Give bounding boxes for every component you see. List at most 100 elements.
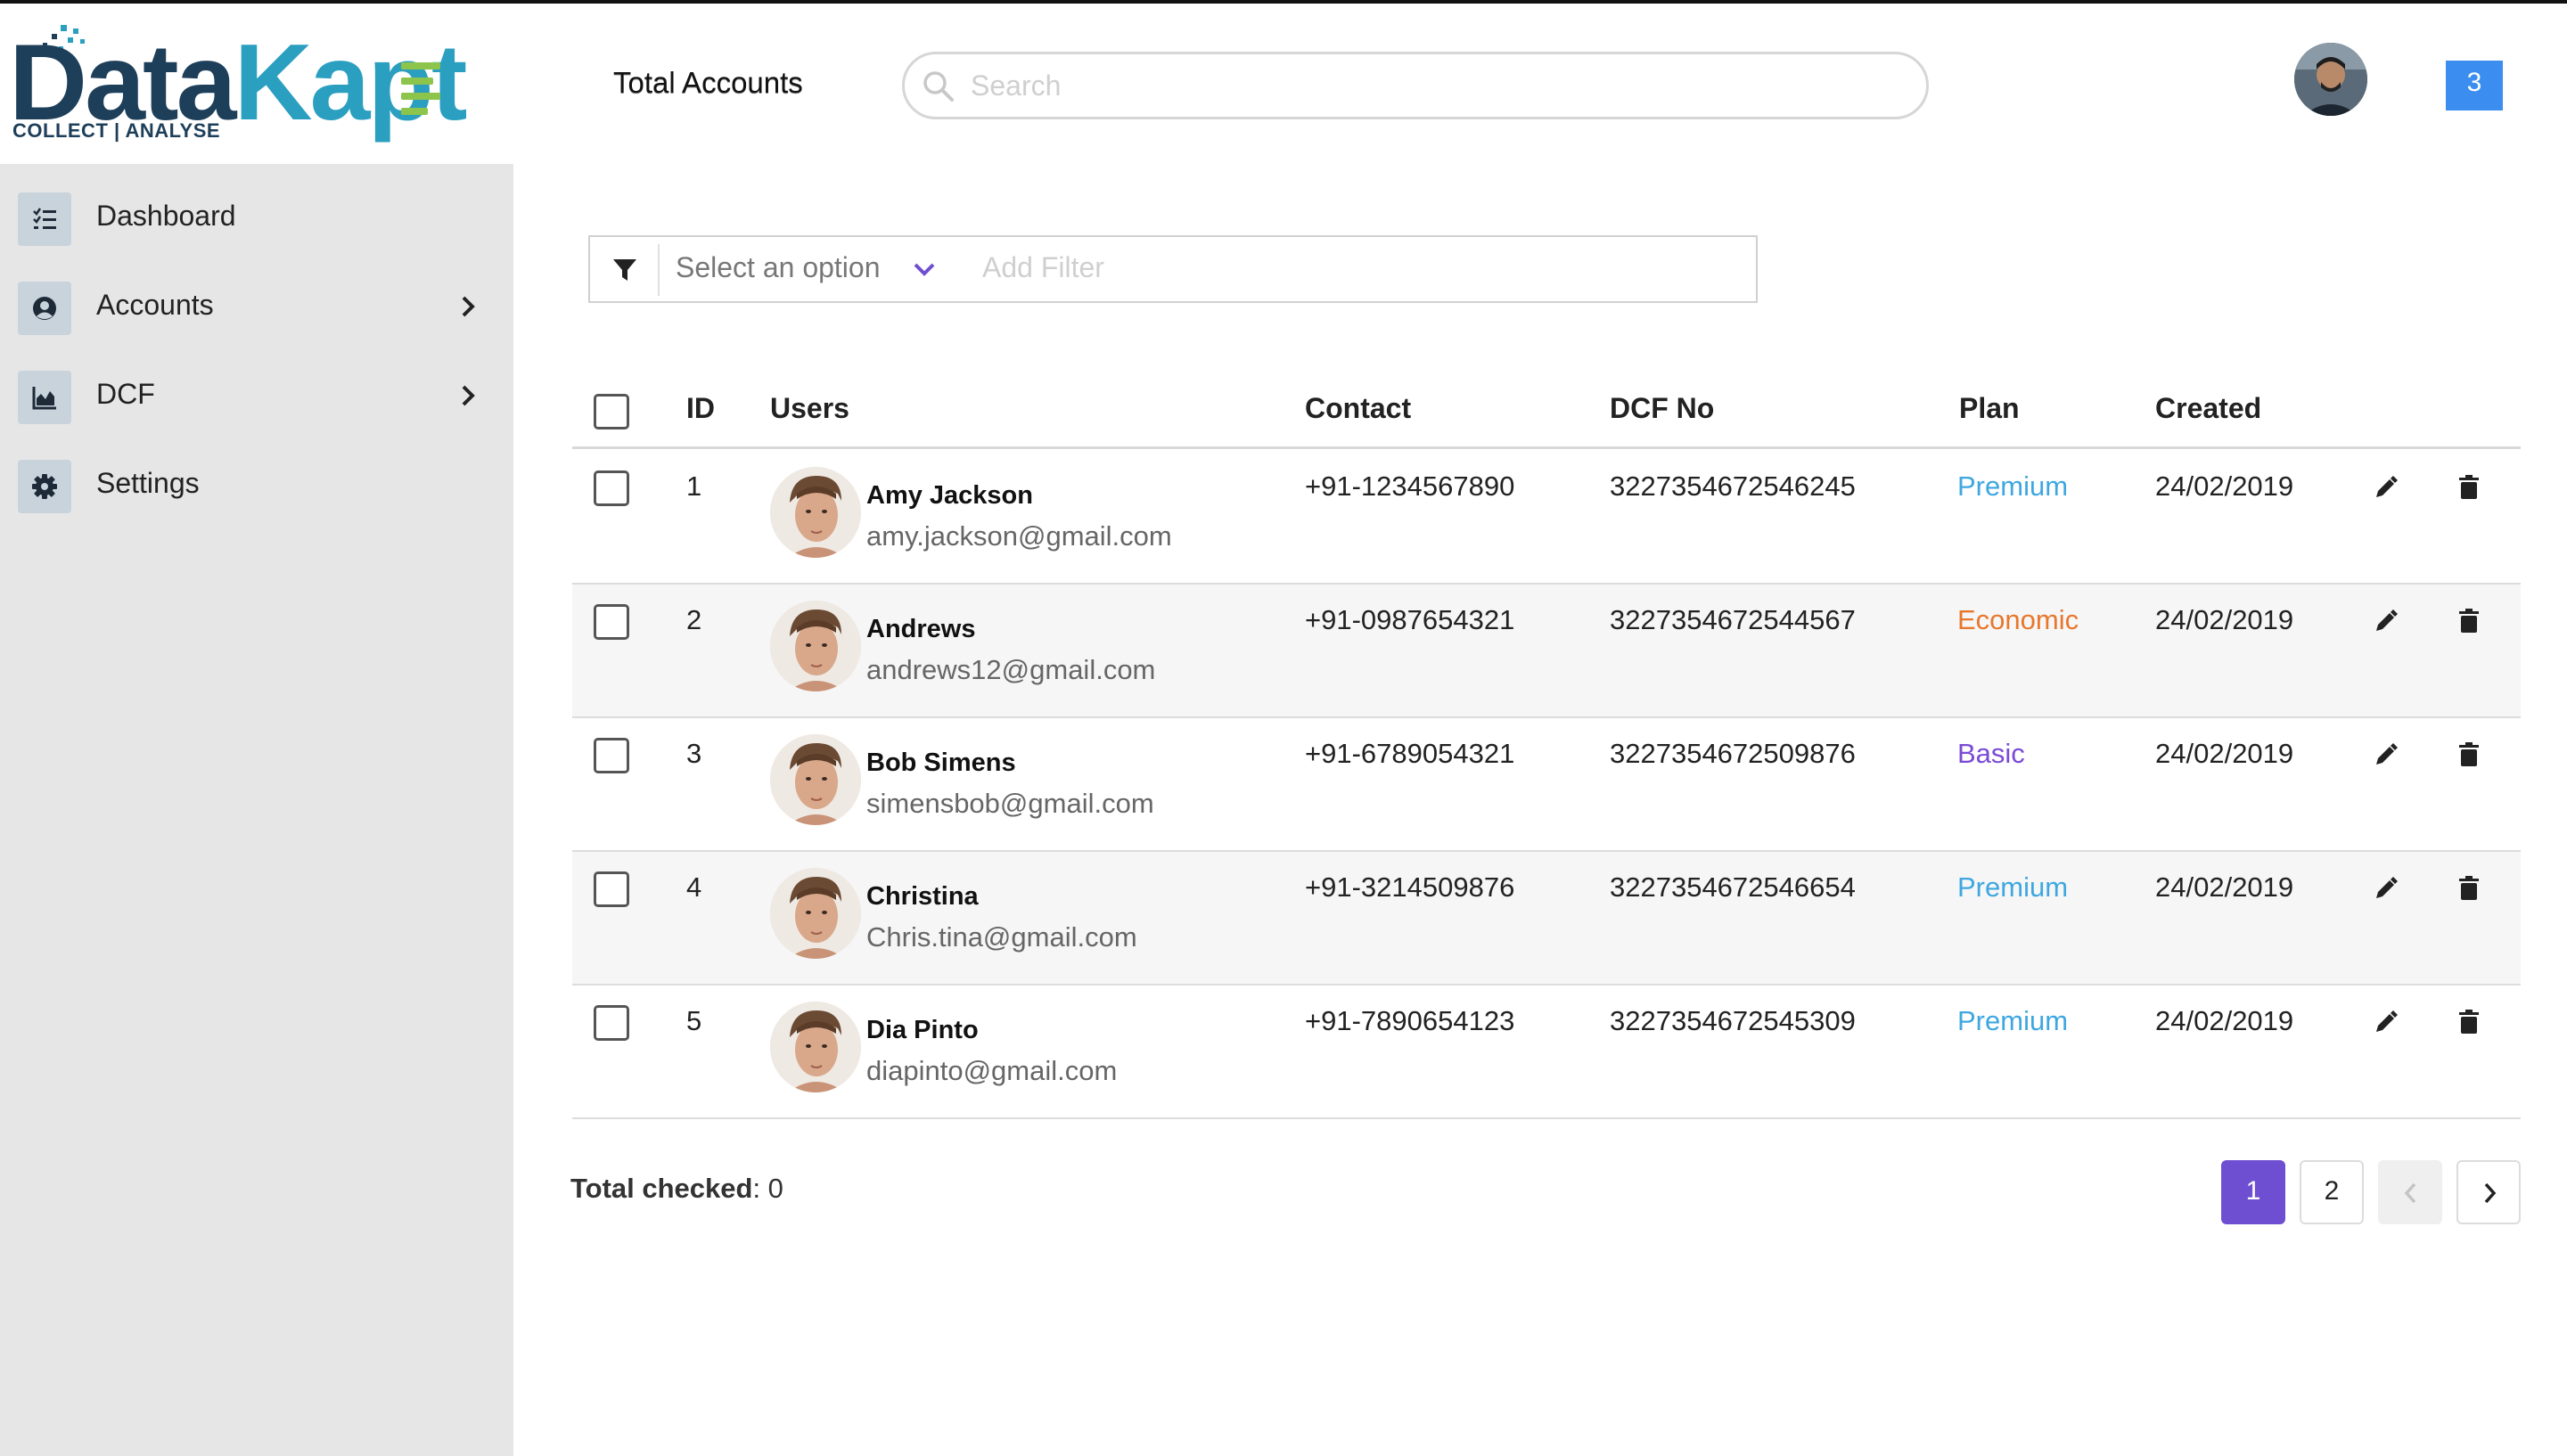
user-avatar-photo	[770, 734, 861, 825]
user-avatar-photo	[770, 601, 861, 691]
trash-icon[interactable]	[2456, 1009, 2481, 1035]
gear-icon	[32, 474, 57, 499]
filter-bar: Select an option Add Filter	[588, 235, 1758, 303]
column-header-id[interactable]: ID	[686, 392, 715, 425]
row-contact: +91-6789054321	[1305, 738, 1515, 769]
user-name[interactable]: Bob Simens	[866, 748, 1016, 778]
page-button-1[interactable]: 1	[2221, 1160, 2285, 1224]
row-dcf-no: 3227354672545309	[1610, 1005, 1856, 1036]
row-dcf-no: 3227354672544567	[1610, 604, 1856, 635]
sidebar-item-label: Dashboard	[96, 200, 236, 232]
column-header-plan[interactable]: Plan	[1959, 392, 2020, 425]
row-plan: Basic	[1957, 738, 2025, 769]
notification-badge[interactable]: 3	[2446, 61, 2503, 110]
select-all-checkbox[interactable]	[594, 394, 629, 429]
user-email: simensbob@gmail.com	[866, 788, 1154, 819]
area-chart-icon	[32, 387, 56, 410]
filter-select[interactable]: Select an option	[676, 251, 881, 284]
sidebar-item-settings[interactable]: Settings	[0, 444, 513, 524]
user-name[interactable]: Andrews	[866, 615, 975, 644]
row-contact: +91-7890654123	[1305, 1005, 1515, 1036]
next-page-button[interactable]	[2456, 1160, 2521, 1224]
row-contact: +91-0987654321	[1305, 604, 1515, 635]
sidebar-item-label: Accounts	[96, 289, 214, 321]
brand-logo[interactable]: DataKapt COLLECT | ANALYSE	[9, 20, 468, 153]
page-title: Total Accounts	[613, 66, 803, 99]
row-plan: Premium	[1957, 871, 2069, 903]
user-name[interactable]: Amy Jackson	[866, 481, 1033, 511]
edit-icon[interactable]	[2373, 608, 2398, 634]
row-plan: Premium	[1957, 1005, 2069, 1036]
row-checkbox[interactable]	[594, 871, 629, 907]
row-dcf-no: 3227354672546245	[1610, 470, 1856, 502]
chevron-left-icon	[2404, 1182, 2416, 1204]
user-email: andrews12@gmail.com	[866, 654, 1156, 685]
page-button-2[interactable]: 2	[2300, 1160, 2364, 1224]
brand-tagline: COLLECT | ANALYSE	[12, 119, 221, 142]
row-created: 24/02/2019	[2155, 1005, 2294, 1036]
sidebar-icon-box	[18, 460, 71, 513]
search-icon	[923, 71, 954, 102]
user-avatar-photo	[770, 1002, 861, 1092]
trash-icon[interactable]	[2456, 875, 2481, 902]
row-id: 2	[686, 604, 702, 635]
row-id: 3	[686, 738, 702, 769]
edit-icon[interactable]	[2373, 474, 2398, 501]
row-created: 24/02/2019	[2155, 871, 2294, 903]
row-created: 24/02/2019	[2155, 604, 2294, 635]
edit-icon[interactable]	[2373, 1009, 2398, 1035]
chevron-down-icon[interactable]	[911, 257, 938, 282]
chevron-right-icon	[2484, 1182, 2497, 1204]
row-checkbox[interactable]	[594, 1005, 629, 1041]
total-checked-value: : 0	[752, 1173, 783, 1204]
prev-page-button[interactable]	[2378, 1160, 2442, 1224]
row-dcf-no: 3227354672546654	[1610, 871, 1856, 903]
edit-icon[interactable]	[2373, 741, 2398, 768]
edit-icon[interactable]	[2373, 875, 2398, 902]
user-name[interactable]: Christina	[866, 882, 979, 912]
sidebar-item-dcf[interactable]: DCF	[0, 355, 513, 435]
column-header-users[interactable]: Users	[770, 392, 849, 425]
table-header: ID Users Contact DCF No Plan Created	[572, 374, 2521, 449]
row-checkbox[interactable]	[594, 604, 629, 640]
table-row: 4 Christina Chris.tina@gmail.com +91-321450…	[572, 852, 2521, 986]
table-row: 2 Andrews andrews12@gmail.com +91-098765432…	[572, 585, 2521, 718]
table-row: 1 Amy Jackson amy.jackson@gmail.com +91-123…	[572, 451, 2521, 585]
sidebar-item-label: Settings	[96, 467, 200, 499]
user-avatar[interactable]	[2294, 43, 2367, 116]
user-circle-icon	[33, 297, 56, 320]
sidebar-icon-box	[18, 192, 71, 246]
sidebar-icon-box	[18, 371, 71, 424]
user-name[interactable]: Dia Pinto	[866, 1016, 979, 1045]
trash-icon[interactable]	[2456, 741, 2481, 768]
column-header-dcf-no[interactable]: DCF No	[1610, 392, 1714, 425]
user-avatar-photo	[770, 467, 861, 558]
column-header-contact[interactable]: Contact	[1305, 392, 1411, 425]
row-plan: Premium	[1957, 470, 2069, 502]
row-checkbox[interactable]	[594, 738, 629, 773]
sidebar: Dashboard Accounts DCF Settings	[0, 164, 513, 1456]
total-checked: Total checked: 0	[570, 1173, 783, 1205]
trash-icon[interactable]	[2456, 474, 2481, 501]
logo-lines-icon	[401, 62, 446, 127]
row-dcf-no: 3227354672509876	[1610, 738, 1856, 769]
user-email: diapinto@gmail.com	[866, 1055, 1118, 1086]
row-contact: +91-1234567890	[1305, 470, 1515, 502]
add-filter-input[interactable]: Add Filter	[982, 251, 1104, 284]
filter-icon[interactable]	[611, 257, 638, 283]
sidebar-item-accounts[interactable]: Accounts	[0, 266, 513, 346]
user-avatar-photo	[770, 868, 861, 959]
row-checkbox[interactable]	[594, 470, 629, 506]
column-header-created[interactable]: Created	[2155, 392, 2261, 425]
chevron-right-icon	[462, 296, 475, 317]
sidebar-item-dashboard[interactable]: Dashboard	[0, 176, 513, 257]
user-email: amy.jackson@gmail.com	[866, 520, 1172, 552]
table-row: 3 Bob Simens simensbob@gmail.com +91-678905…	[572, 718, 2521, 852]
user-avatar-image	[2294, 43, 2367, 116]
trash-icon[interactable]	[2456, 608, 2481, 634]
total-checked-label: Total checked	[570, 1173, 753, 1204]
search-bar[interactable]	[902, 52, 1929, 119]
search-input[interactable]	[971, 63, 1898, 108]
row-contact: +91-3214509876	[1305, 871, 1515, 903]
row-plan: Economic	[1957, 604, 2079, 635]
